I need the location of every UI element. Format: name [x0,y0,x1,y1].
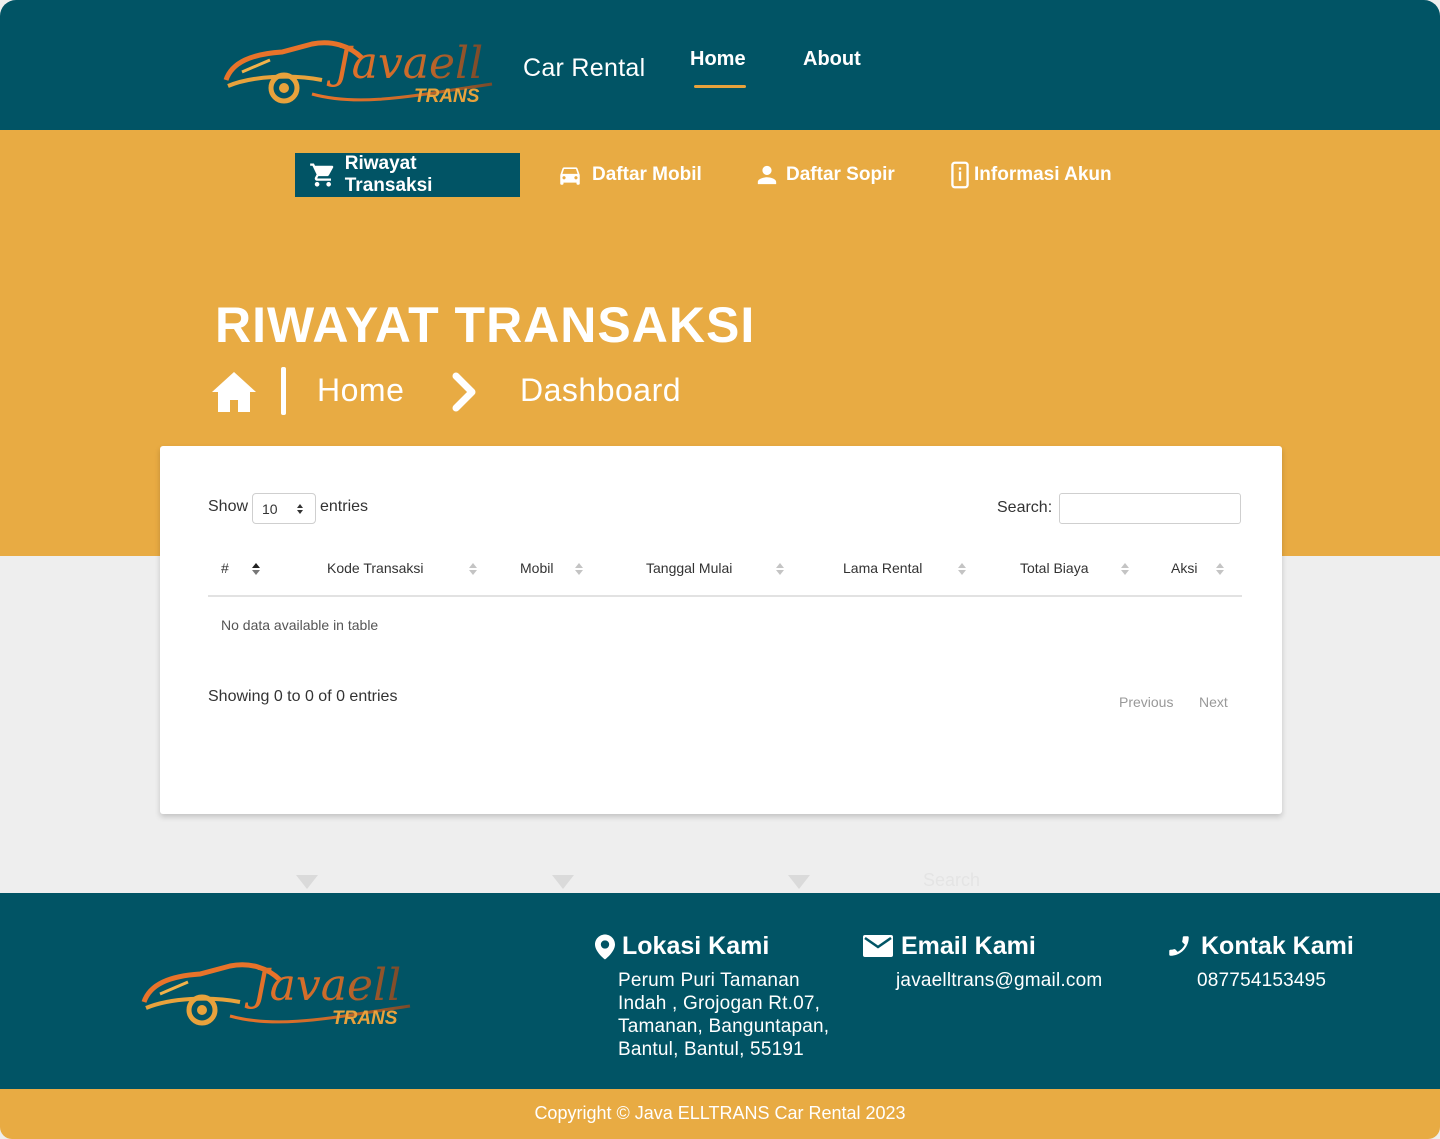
ghost-dropdown-arrow [788,875,810,889]
show-label: Show [208,498,249,515]
ghost-search-text: Search [923,870,981,890]
sort-icon [469,563,477,575]
next-page-button[interactable]: Next [1199,694,1228,710]
table-info: Showing 0 to 0 of 0 entries [208,688,398,705]
footer-email-link[interactable]: javaelltrans@gmail.com [896,969,1102,992]
logo-graphic: Javaell TRANS [141,960,411,1029]
entries-select[interactable]: 10 [252,493,316,524]
ghost-dropdown-arrow [552,875,574,889]
sort-icon [958,563,966,575]
svg-text:Javaell: Javaell [244,960,401,1011]
previous-page-button[interactable]: Previous [1119,694,1173,710]
entries-label: entries [320,498,369,515]
mail-icon [863,935,893,957]
column-header-tanggal-mulai[interactable]: Tanggal Mulai [646,560,732,576]
subnav-label: Riwayat Transaksi [344,153,433,196]
subnav-informasi-akun[interactable]: Informasi Akun [950,153,1112,197]
breadcrumb-home-link[interactable]: Home [317,372,404,409]
logo-graphic: Javaell TRANS [223,38,493,107]
subnav-label: Daftar Sopir [786,164,895,185]
brand-logo[interactable]: Javaell TRANS [222,24,502,108]
column-header-number[interactable]: # [221,560,229,576]
footer-logo: Javaell TRANS [140,946,420,1030]
footer-email-title: Email Kami [901,932,1036,960]
column-header-lama-rental[interactable]: Lama Rental [843,560,922,576]
search-input[interactable] [1059,493,1241,524]
brand-subtitle: Car Rental [523,54,646,82]
phone-info-icon [951,161,969,189]
transactions-card: Show 10 entries Search: # Kode Transaksi… [160,446,1282,814]
subnav-riwayat-transaksi[interactable]: Riwayat Transaksi [295,153,520,197]
person-icon [757,165,777,185]
sort-asc-icon [252,563,260,575]
nav-active-underline [694,85,746,88]
column-header-kode-transaksi[interactable]: Kode Transaksi [327,560,424,576]
table-empty-message: No data available in table [221,617,379,633]
breadcrumb-current: Dashboard [520,372,682,408]
entries-value: 10 [262,501,278,517]
search-label: Search: [997,499,1053,516]
svg-text:TRANS: TRANS [332,1008,398,1029]
copyright-bar: Copyright © Java ELLTRANS Car Rental 202… [0,1089,1440,1139]
subnav-label: Daftar Mobil [592,164,702,185]
nav-home-link[interactable]: Home [690,48,746,71]
sort-icon [575,563,583,575]
footer-location-line: Perum Puri Tamanan [618,970,800,991]
select-arrows-icon [297,504,303,514]
subnav-label: Informasi Akun [974,164,1112,185]
footer-location-title: Lokasi Kami [622,932,770,960]
footer-location-line: Indah , Grojogan Rt.07, [618,993,821,1014]
ghost-dropdown-arrow [296,875,318,889]
car-icon [560,167,580,185]
footer-contact-title: Kontak Kami [1201,932,1354,960]
sort-icon [1121,563,1129,575]
svg-text:TRANS: TRANS [414,86,480,107]
page-title: RIWAYAT TRANSAKSI [215,297,756,353]
sort-icon [1216,563,1224,575]
location-pin-icon [595,934,615,960]
sort-icon [776,563,784,575]
breadcrumb-divider [281,367,286,415]
cart-icon [310,163,334,187]
chevron-right-icon [452,372,476,412]
footer-location-line: Bantul, Bantul, 55191 [618,1039,804,1060]
subnav-daftar-sopir[interactable]: Daftar Sopir [756,153,895,197]
footer-location-line: Tamanan, Banguntapan, [618,1016,830,1037]
home-icon[interactable] [210,370,258,414]
column-header-aksi[interactable]: Aksi [1171,560,1197,576]
phone-icon [1169,936,1189,956]
nav-about-link[interactable]: About [803,48,861,71]
footer-phone-number[interactable]: 087754153495 [1197,969,1326,992]
subnav-daftar-mobil[interactable]: Daftar Mobil [556,153,702,197]
column-header-total-biaya[interactable]: Total Biaya [1020,560,1088,576]
svg-text:Javaell: Javaell [326,38,483,89]
column-header-mobil[interactable]: Mobil [520,560,553,576]
table-header-divider [208,595,1242,597]
